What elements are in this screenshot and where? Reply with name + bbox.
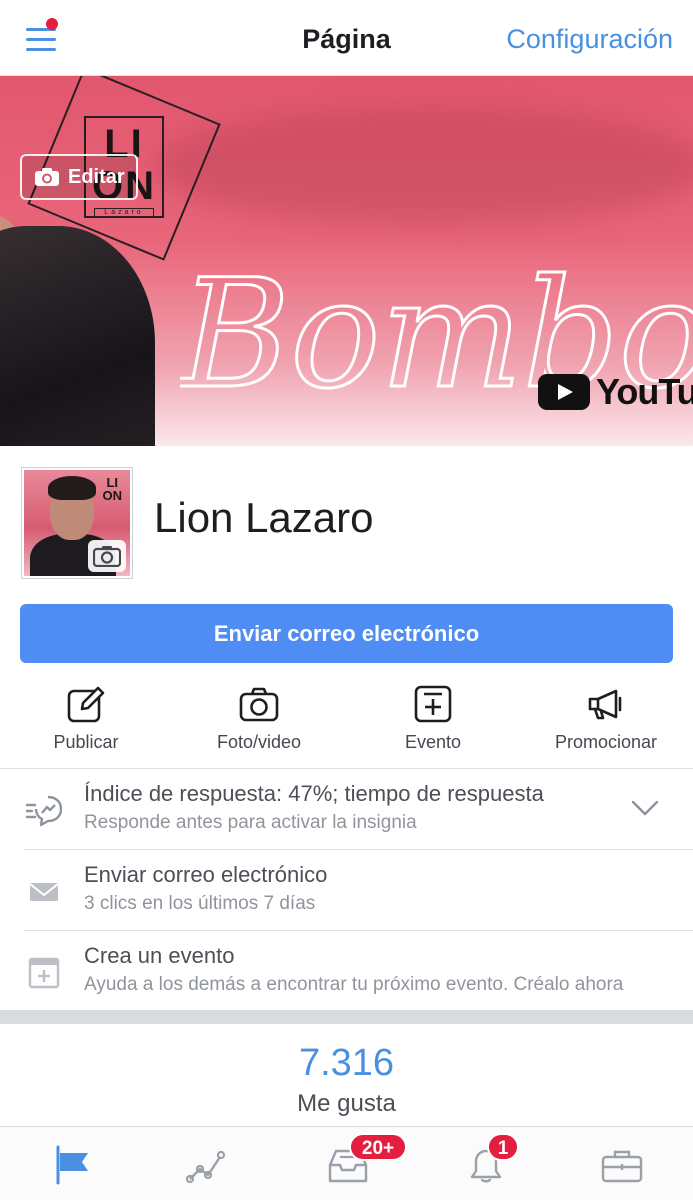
edit-cover-button[interactable]: Editar <box>20 154 138 200</box>
page-name: Lion Lazaro <box>154 494 374 541</box>
tab-tools[interactable] <box>600 1145 644 1185</box>
profile-picture[interactable]: LI ON <box>22 468 132 578</box>
page-insights-list: Índice de respuesta: 47%; tiempo de resp… <box>0 768 693 1012</box>
messenger-bolt-icon <box>26 795 62 827</box>
settings-link[interactable]: Configuración <box>506 24 673 55</box>
calendar-add-icon <box>28 957 60 989</box>
megaphone-icon <box>588 689 622 720</box>
section-divider <box>0 1010 693 1024</box>
action-photo-video[interactable]: Foto/video <box>174 680 344 753</box>
envelope-icon <box>29 883 59 901</box>
list-item-email-clicks[interactable]: Enviar correo electrónico 3 clics en los… <box>24 850 693 931</box>
action-publish[interactable]: Publicar <box>1 680 171 753</box>
cover-person-jacket <box>0 226 155 446</box>
likes-count[interactable]: 7.316 <box>0 1042 693 1085</box>
camera-icon <box>35 168 59 186</box>
camera-icon <box>93 546 121 567</box>
camera-icon <box>239 687 279 722</box>
edit-icon <box>67 686 105 723</box>
action-bar: Publicar Foto/video Evento Promocionar <box>0 680 693 768</box>
bottom-tab-bar: 20+ 1 <box>0 1126 693 1200</box>
list-item-response-rate[interactable]: Índice de respuesta: 47%; tiempo de resp… <box>24 769 693 850</box>
insights-chart-icon <box>185 1150 226 1184</box>
list-item-create-event[interactable]: Crea un evento Ayuda a los demás a encon… <box>24 931 693 1012</box>
youtube-play-icon <box>538 374 590 410</box>
action-event[interactable]: Evento <box>348 680 518 753</box>
action-promote[interactable]: Promocionar <box>521 680 691 753</box>
page-flag-icon <box>56 1145 88 1185</box>
briefcase-icon <box>601 1150 643 1183</box>
inbox-badge: 20+ <box>349 1133 407 1161</box>
event-icon <box>414 685 452 723</box>
notifications-badge: 1 <box>487 1133 519 1161</box>
top-nav-bar: Página Configuración <box>0 0 693 76</box>
avatar-logo: LI ON <box>102 475 123 503</box>
send-email-button[interactable]: Enviar correo electrónico <box>20 604 673 663</box>
likes-label: Me gusta <box>297 1090 396 1117</box>
tab-page[interactable] <box>48 1145 92 1185</box>
change-profile-photo-button[interactable] <box>88 540 126 572</box>
chevron-down-icon[interactable] <box>631 799 659 817</box>
youtube-logo: YouTube <box>538 371 693 412</box>
cover-photo[interactable]: LI ON Lázaro Bombona YouTube Editar <box>0 76 693 446</box>
tab-insights[interactable] <box>185 1145 230 1185</box>
